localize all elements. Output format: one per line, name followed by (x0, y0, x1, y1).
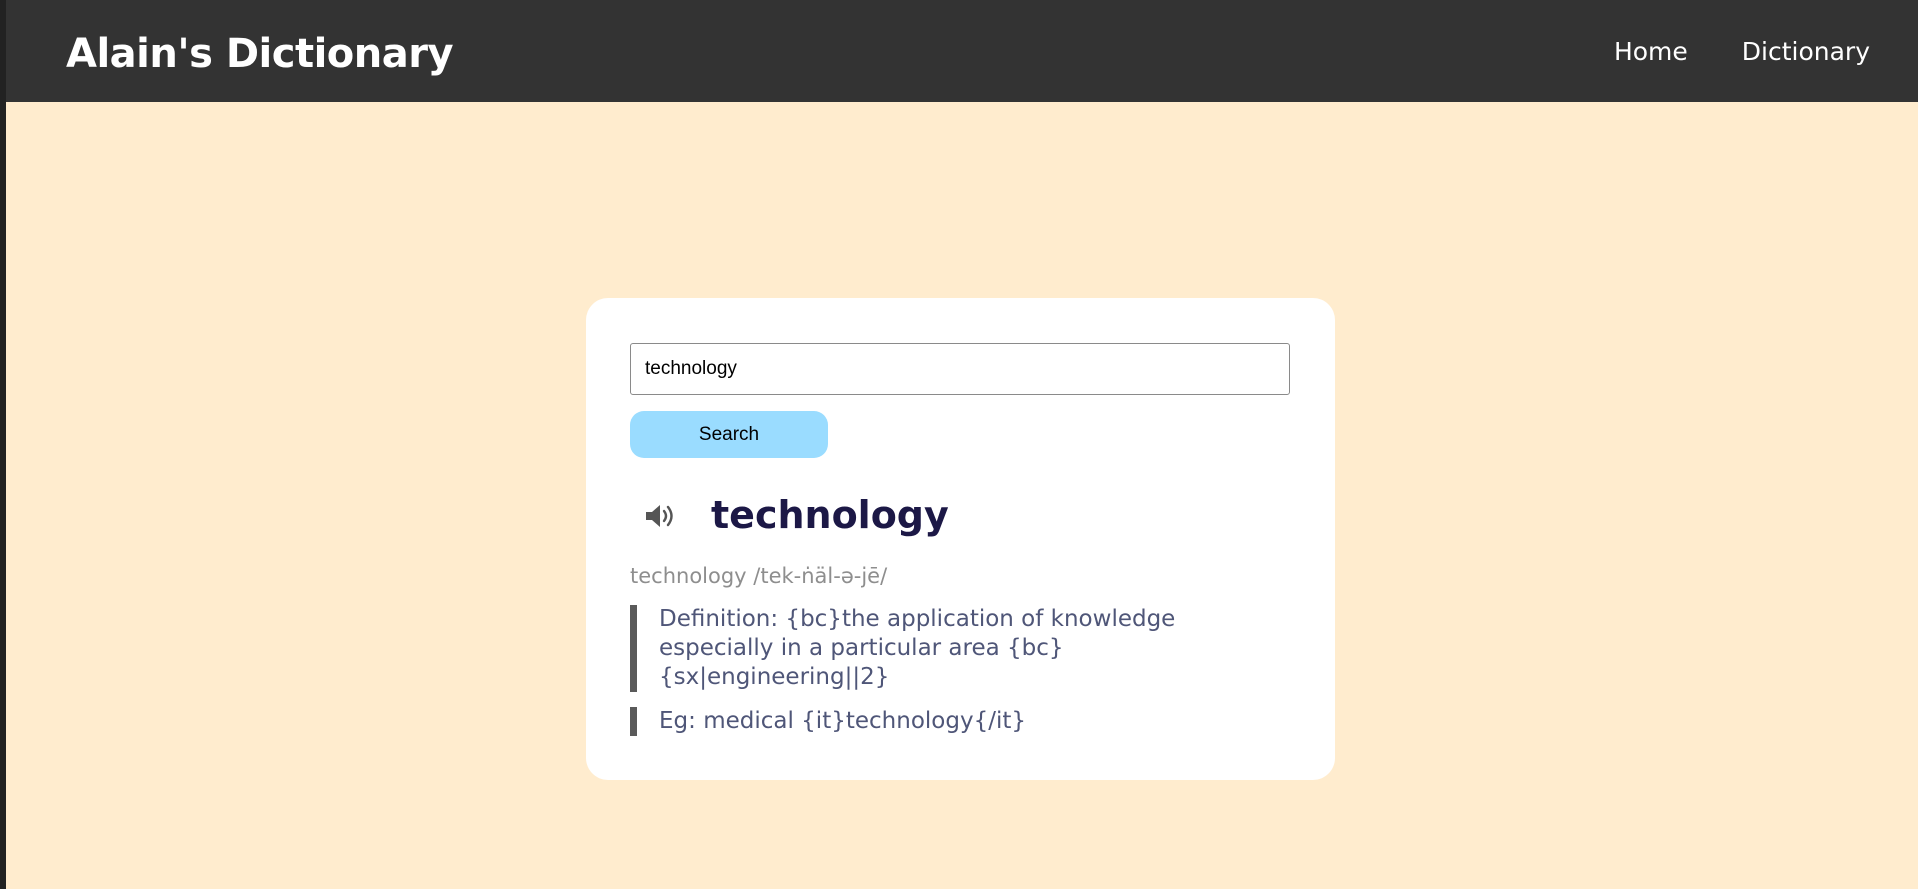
search-input[interactable] (630, 343, 1290, 395)
page-body: Alain's Dictionary Home Dictionary Searc… (6, 0, 1918, 889)
navbar: Alain's Dictionary Home Dictionary (6, 0, 1918, 102)
search-button[interactable]: Search (630, 411, 828, 458)
nav-link-home[interactable]: Home (1614, 36, 1688, 68)
entry-example: Eg: medical {it}technology{/it} (630, 707, 1230, 736)
entry-definition: Definition: {bc}the application of knowl… (630, 605, 1230, 692)
entry-phonetic: technology /tek-ṅäl-ə-jē/ (630, 564, 888, 588)
dictionary-card: Search technology technology /tek-ṅäl-ə-… (586, 298, 1335, 780)
nav-link-dictionary[interactable]: Dictionary (1742, 36, 1870, 68)
entry-word: technology (711, 493, 949, 537)
brand-title[interactable]: Alain's Dictionary (66, 30, 454, 78)
nav-links: Home Dictionary (1614, 36, 1870, 68)
speaker-icon[interactable] (644, 502, 678, 530)
